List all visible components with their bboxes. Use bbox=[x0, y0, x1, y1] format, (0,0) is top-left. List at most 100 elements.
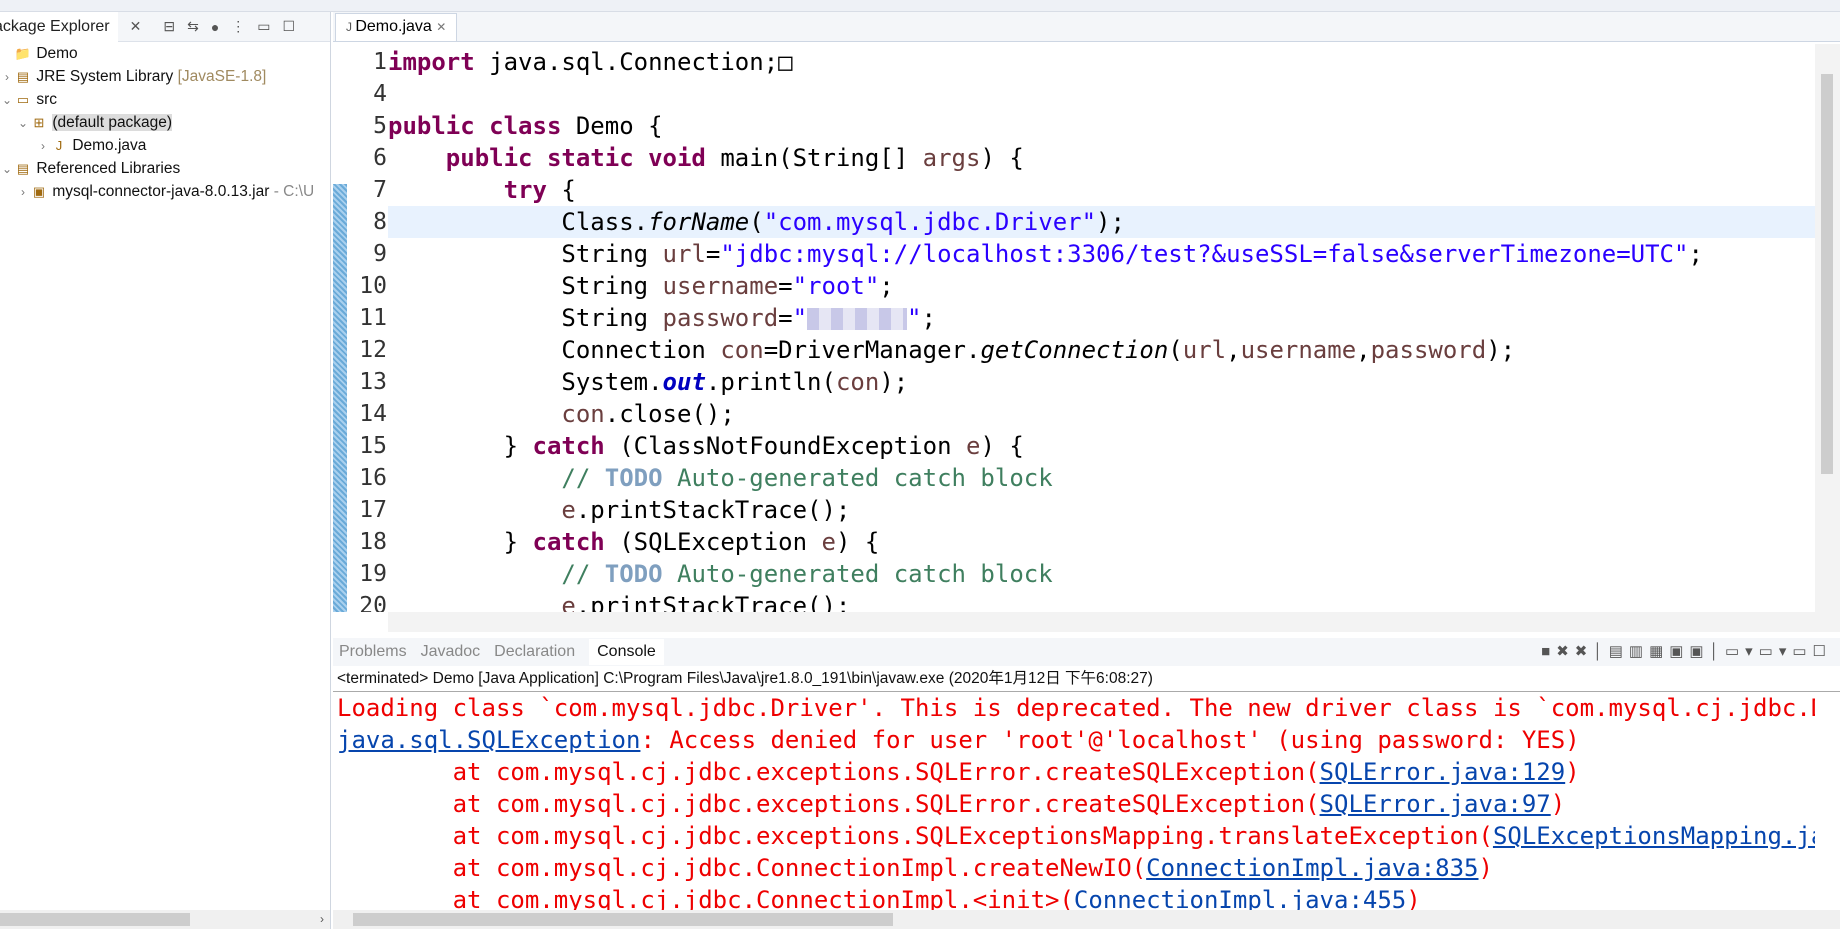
tree-item-label: Demo.java bbox=[72, 137, 147, 154]
code-token: .close(); bbox=[604, 400, 735, 428]
collapse-all-icon[interactable]: ⊟ bbox=[163, 18, 175, 35]
code-token: import bbox=[388, 48, 475, 76]
code-token: ; bbox=[921, 304, 936, 332]
tree-item[interactable]: ⌄ ⊞ (default package) bbox=[0, 111, 330, 134]
code-token: String bbox=[388, 240, 663, 268]
code-line[interactable]: e.printStackTrace(); bbox=[388, 590, 1815, 612]
main-toolbar bbox=[0, 0, 1840, 12]
code-token: url bbox=[1182, 336, 1227, 364]
code-line[interactable] bbox=[388, 78, 1815, 110]
code-token: } bbox=[388, 432, 533, 460]
console-line: java.sql.SQLException: Access denied for… bbox=[337, 724, 1815, 756]
tab-declaration[interactable]: Declaration bbox=[494, 643, 575, 661]
stack-trace-link[interactable]: SQLExceptionsMapping.java:122 bbox=[1493, 822, 1815, 850]
expand-arrow-icon[interactable]: › bbox=[0, 66, 14, 89]
tab-javadoc[interactable]: Javadoc bbox=[421, 643, 481, 661]
expand-arrow-icon[interactable]: › bbox=[16, 181, 30, 204]
code-token: (SQLException bbox=[604, 528, 822, 556]
horizontal-scrollbar[interactable]: › bbox=[0, 910, 330, 929]
maximize-icon[interactable]: ☐ bbox=[283, 18, 296, 35]
line-number: 6 bbox=[373, 145, 387, 171]
minimize-icon[interactable]: ▭ bbox=[257, 18, 270, 35]
code-line[interactable]: } catch (ClassNotFoundException e) { bbox=[388, 430, 1815, 462]
console-text: ) bbox=[1406, 886, 1421, 910]
code-line[interactable]: con.close(); bbox=[388, 398, 1815, 430]
expand-arrow-icon[interactable]: ⌄ bbox=[0, 89, 14, 112]
code-token: String bbox=[388, 272, 663, 300]
filter-icon[interactable]: ● bbox=[211, 19, 219, 35]
code-line[interactable]: public static void main(String[] args) { bbox=[388, 142, 1815, 174]
code-token: e bbox=[561, 496, 576, 524]
tree-item[interactable]: › ▣ mysql-connector-java-8.0.13.jar - C:\… bbox=[0, 180, 330, 203]
stack-trace-link[interactable]: java.sql.SQLException bbox=[337, 726, 640, 754]
tree-item-label: JRE System Library bbox=[36, 68, 174, 85]
stack-trace-link[interactable]: ConnectionImpl.java:455 bbox=[1074, 886, 1406, 910]
tab-demo-java[interactable]: J Demo.java ✕ bbox=[335, 13, 458, 41]
code-line[interactable]: String url="jdbc:mysql://localhost:3306/… bbox=[388, 238, 1815, 270]
code-line[interactable]: String username="root"; bbox=[388, 270, 1815, 302]
code-token: =DriverManager. bbox=[763, 336, 981, 364]
tree-item[interactable]: 📁 Demo bbox=[0, 42, 330, 65]
console-horizontal-scrollbar[interactable] bbox=[333, 910, 1840, 929]
close-icon[interactable]: ✕ bbox=[130, 18, 142, 35]
stack-trace-link[interactable]: SQLError.java:97 bbox=[1320, 790, 1551, 818]
line-number: 5 bbox=[373, 113, 387, 139]
expand-arrow-icon[interactable]: ⌄ bbox=[16, 112, 30, 135]
blurred-password bbox=[807, 308, 908, 330]
code-token: (ClassNotFoundException bbox=[604, 432, 966, 460]
code-token: url bbox=[662, 240, 706, 268]
package-explorer-tab[interactable]: ackage Explorer bbox=[0, 11, 118, 42]
code-token: username bbox=[1240, 336, 1357, 364]
tree-item-label: Demo bbox=[36, 45, 78, 62]
code-line[interactable]: Connection con=DriverManager.getConnecti… bbox=[388, 334, 1815, 366]
tab-console[interactable]: Console bbox=[589, 639, 664, 665]
console-text: Loading class `com.mysql.jdbc.Driver'. T… bbox=[337, 694, 1815, 722]
code-line[interactable]: String password=" "; bbox=[388, 302, 1815, 334]
code-token: ); bbox=[879, 368, 909, 396]
code-area[interactable]: 1 import java.sql.Connection;□ 4 5 public cl… bbox=[333, 44, 1815, 612]
code-token: ) { bbox=[980, 144, 1024, 172]
code-token: "com.mysql.jdbc.Driver" bbox=[763, 208, 1097, 236]
code-line[interactable]: // TODO Auto-generated catch block bbox=[388, 558, 1815, 590]
code-line[interactable]: e.printStackTrace(); bbox=[388, 494, 1815, 526]
tab-problems[interactable]: Problems bbox=[339, 643, 407, 661]
code-line[interactable]: try { bbox=[388, 174, 1815, 206]
code-token: .printStackTrace(); bbox=[575, 592, 851, 612]
link-editor-icon[interactable]: ⇆ bbox=[187, 18, 199, 35]
code-token: catch bbox=[532, 528, 605, 556]
close-icon[interactable]: ✕ bbox=[436, 20, 446, 34]
code-line[interactable]: } catch (SQLException e) { bbox=[388, 526, 1815, 558]
tree-item[interactable]: ⌄ ▭ src bbox=[0, 88, 330, 111]
tree-item[interactable]: ⌄ ▤ Referenced Libraries bbox=[0, 157, 330, 180]
tree-item[interactable]: › J Demo.java bbox=[0, 134, 330, 157]
code-token: .println( bbox=[705, 368, 836, 396]
console-toolbar[interactable]: ■✖✖│▤▥▦▣▣│▭▾▭▾▭☐ bbox=[1541, 642, 1832, 660]
code-line[interactable]: System.out.println(con); bbox=[388, 366, 1815, 398]
expand-arrow-icon[interactable]: › bbox=[36, 135, 50, 158]
code-token: " bbox=[907, 304, 922, 332]
line-number: 9 bbox=[373, 241, 387, 267]
code-token: e bbox=[561, 592, 576, 612]
vertical-scrollbar[interactable] bbox=[1815, 44, 1840, 612]
code-line[interactable]: Class.forName("com.mysql.jdbc.Driver"); bbox=[388, 206, 1815, 238]
console-text: at com.mysql.cj.jdbc.exceptions.SQLExcep… bbox=[337, 822, 1493, 850]
code-token: , bbox=[1356, 336, 1371, 364]
stack-trace-link[interactable]: SQLError.java:129 bbox=[1320, 758, 1566, 786]
editor-horizontal-scrollbar[interactable] bbox=[388, 612, 1840, 632]
code-line[interactable]: // TODO Auto-generated catch block bbox=[388, 462, 1815, 494]
code-line[interactable]: public class Demo { bbox=[388, 110, 1815, 142]
console-output[interactable]: Loading class `com.mysql.jdbc.Driver'. T… bbox=[337, 692, 1815, 910]
line-number: 8 bbox=[373, 209, 387, 235]
code-token: "jdbc:mysql://localhost:3306/test?&useSS… bbox=[720, 240, 1689, 268]
code-token: Class. bbox=[388, 208, 649, 236]
code-token: " bbox=[792, 304, 808, 332]
library-icon: ▤ bbox=[16, 69, 30, 84]
tree-item[interactable]: › ▤ JRE System Library [JavaSE-1.8] bbox=[0, 65, 330, 88]
library-icon: ▤ bbox=[16, 161, 30, 176]
stack-trace-link[interactable]: ConnectionImpl.java:835 bbox=[1146, 854, 1478, 882]
line-number: 10 bbox=[359, 273, 387, 299]
view-menu-icon[interactable]: ⋮ bbox=[231, 18, 245, 35]
code-line[interactable]: import java.sql.Connection;□ bbox=[388, 46, 1815, 78]
expand-arrow-icon[interactable]: ⌄ bbox=[0, 158, 14, 181]
